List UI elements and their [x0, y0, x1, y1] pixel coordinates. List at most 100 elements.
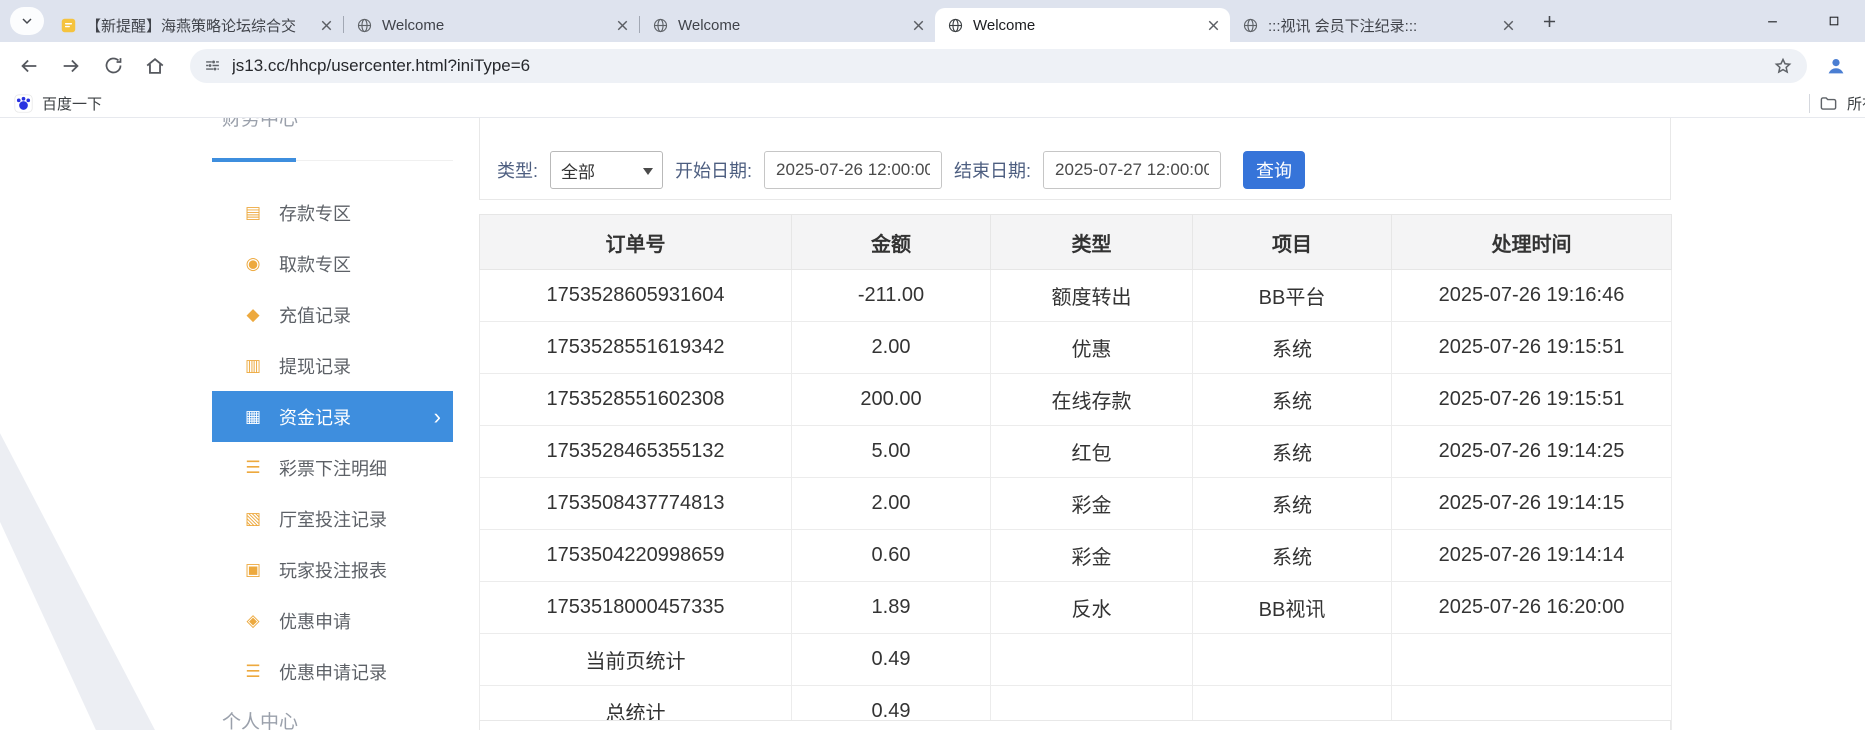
- cell-type: 在线存款: [991, 374, 1193, 426]
- tab-title: Welcome: [382, 17, 608, 34]
- header-project: 项目: [1193, 215, 1392, 270]
- folder-icon: [1819, 94, 1838, 113]
- close-tab-icon[interactable]: [1205, 17, 1222, 34]
- minimize-button[interactable]: [1741, 0, 1803, 42]
- type-select-value: 全部: [561, 158, 595, 183]
- sidebar-item-lottery-bet-details[interactable]: ☰ 彩票下注明细: [212, 442, 453, 493]
- all-bookmarks[interactable]: 所有书签: [1809, 93, 1865, 114]
- lottery-bets-icon: ☰: [242, 458, 264, 478]
- globe-favicon: [652, 17, 669, 34]
- sidebar-item-label: 取款专区: [279, 251, 351, 277]
- tab-search-button[interactable]: [10, 7, 44, 35]
- deposit-card-icon: ▤: [242, 203, 264, 223]
- main-panel: 类型: 全部 开始日期: 结束日期: 查询: [479, 118, 1671, 730]
- cell-time: 2025-07-26 19:14:14: [1392, 530, 1672, 582]
- sidebar-section-title: 财务中心: [222, 118, 298, 130]
- plus-icon: [1540, 12, 1559, 31]
- sidebar-item-label: 资金记录: [279, 404, 351, 430]
- end-date-input[interactable]: [1043, 151, 1221, 189]
- cell-empty: [1193, 634, 1392, 686]
- sidebar-item-withdrawal-records[interactable]: ▥ 提现记录: [212, 340, 453, 391]
- summary-label: 当前页统计: [480, 634, 792, 686]
- cell-time: 2025-07-26 19:15:51: [1392, 322, 1672, 374]
- sidebar-item-funds-records[interactable]: ▦ 资金记录 ›: [212, 391, 453, 442]
- chevron-right-icon: ›: [434, 406, 441, 428]
- bookmark-star-icon[interactable]: [1773, 56, 1793, 76]
- address-bar[interactable]: js13.cc/hhcp/usercenter.html?iniType=6: [190, 49, 1807, 83]
- sidebar-item-recharge-records[interactable]: ◆ 充值记录: [212, 289, 453, 340]
- person-icon: [1824, 54, 1848, 78]
- sidebar-item-label: 彩票下注明细: [279, 455, 387, 481]
- tab-welcome-2[interactable]: Welcome: [640, 8, 935, 42]
- browser-toolbar: js13.cc/hhcp/usercenter.html?iniType=6: [0, 42, 1865, 89]
- bookmark-label: 百度一下: [42, 93, 102, 114]
- tab-title: 【新提醒】海燕策略论坛综合交: [86, 15, 312, 36]
- sidebar-item-label: 玩家投注报表: [279, 557, 387, 583]
- sidebar-section-finance: 财务中心: [212, 118, 453, 161]
- start-date-input[interactable]: [764, 151, 942, 189]
- profile-avatar[interactable]: [1819, 49, 1853, 83]
- cell-project: 系统: [1193, 322, 1392, 374]
- sidebar-item-promo-apply-records[interactable]: ☰ 优惠申请记录: [212, 646, 453, 697]
- maximize-button[interactable]: [1803, 0, 1865, 42]
- home-button[interactable]: [136, 47, 174, 85]
- withdraw-cash-icon: ◉: [242, 254, 264, 274]
- back-button[interactable]: [10, 47, 48, 85]
- tab-welcome-1[interactable]: Welcome: [344, 8, 639, 42]
- search-button[interactable]: 查询: [1243, 151, 1305, 189]
- cell-amount: 0.60: [792, 530, 991, 582]
- globe-favicon: [356, 17, 373, 34]
- bookmark-baidu[interactable]: 百度一下: [14, 93, 102, 114]
- cell-type: 优惠: [991, 322, 1193, 374]
- tab-video-records[interactable]: :::视讯 会员下注纪录:::: [1230, 8, 1525, 42]
- cell-type: 红包: [991, 426, 1193, 478]
- sidebar-item-withdraw-zone[interactable]: ◉ 取款专区: [212, 238, 453, 289]
- sidebar-item-deposit-zone[interactable]: ▤ 存款专区: [212, 187, 453, 238]
- tab-welcome-active[interactable]: Welcome: [935, 8, 1230, 42]
- chevron-down-icon: [19, 13, 35, 29]
- tab-strip: 【新提醒】海燕策略论坛综合交 Welcome W: [0, 0, 1865, 42]
- tab-forum[interactable]: 【新提醒】海燕策略论坛综合交: [48, 8, 343, 42]
- table-row: 1753504220998659 0.60 彩金 系统 2025-07-26 1…: [480, 530, 1672, 582]
- close-tab-icon[interactable]: [1500, 17, 1517, 34]
- sidebar-menu: ▤ 存款专区 ◉ 取款专区 ◆ 充值记录 ▥ 提现记录 ▦ 资金记录: [212, 187, 453, 697]
- forward-button[interactable]: [52, 47, 90, 85]
- new-tab-button[interactable]: [1535, 7, 1563, 35]
- cell-project: 系统: [1193, 374, 1392, 426]
- filter-row: 类型: 全部 开始日期: 结束日期: 查询: [497, 151, 1305, 189]
- summary-row-current-page: 当前页统计 0.49: [480, 634, 1672, 686]
- table-row: 1753528605931604 -211.00 额度转出 BB平台 2025-…: [480, 270, 1672, 322]
- page-content: 财务中心 ▤ 存款专区 ◉ 取款专区 ◆ 充值记录 ▥ 提现记录: [0, 118, 1865, 730]
- sidebar: 财务中心 ▤ 存款专区 ◉ 取款专区 ◆ 充值记录 ▥ 提现记录: [212, 118, 453, 730]
- sidebar-item-promo-apply[interactable]: ◈ 优惠申请: [212, 595, 453, 646]
- all-bookmarks-label: 所有书签: [1847, 93, 1865, 114]
- table-row: 1753518000457335 1.89 反水 BB视讯 2025-07-26…: [480, 582, 1672, 634]
- cell-order: 1753528605931604: [480, 270, 792, 322]
- maximize-icon: [1827, 14, 1841, 28]
- header-type: 类型: [991, 215, 1193, 270]
- pagination-panel: [479, 720, 1671, 730]
- close-tab-icon[interactable]: [614, 17, 631, 34]
- home-icon: [144, 55, 166, 77]
- close-tab-icon[interactable]: [910, 17, 927, 34]
- close-tab-icon[interactable]: [318, 17, 335, 34]
- start-date-label: 开始日期:: [675, 157, 752, 183]
- summary-amount: 0.49: [792, 634, 991, 686]
- globe-favicon: [1242, 17, 1259, 34]
- player-report-icon: ▣: [242, 560, 264, 580]
- back-arrow-icon: [18, 55, 40, 77]
- funds-records-icon: ▦: [242, 407, 264, 427]
- window-controls: [1741, 0, 1865, 42]
- cell-order: 1753528465355132: [480, 426, 792, 478]
- tabs-container: 【新提醒】海燕策略论坛综合交 Welcome W: [48, 0, 1563, 42]
- sidebar-item-label: 优惠申请记录: [279, 659, 387, 685]
- table-row: 1753508437774813 2.00 彩金 系统 2025-07-26 1…: [480, 478, 1672, 530]
- cell-amount: 2.00: [792, 322, 991, 374]
- baidu-favicon: [14, 94, 33, 113]
- sidebar-item-hall-bet-records[interactable]: ▧ 厅室投注记录: [212, 493, 453, 544]
- sidebar-item-player-bet-report[interactable]: ▣ 玩家投注报表: [212, 544, 453, 595]
- reload-button[interactable]: [94, 47, 132, 85]
- cell-type: 额度转出: [991, 270, 1193, 322]
- site-info-icon[interactable]: [204, 57, 221, 74]
- type-select[interactable]: 全部: [550, 151, 663, 189]
